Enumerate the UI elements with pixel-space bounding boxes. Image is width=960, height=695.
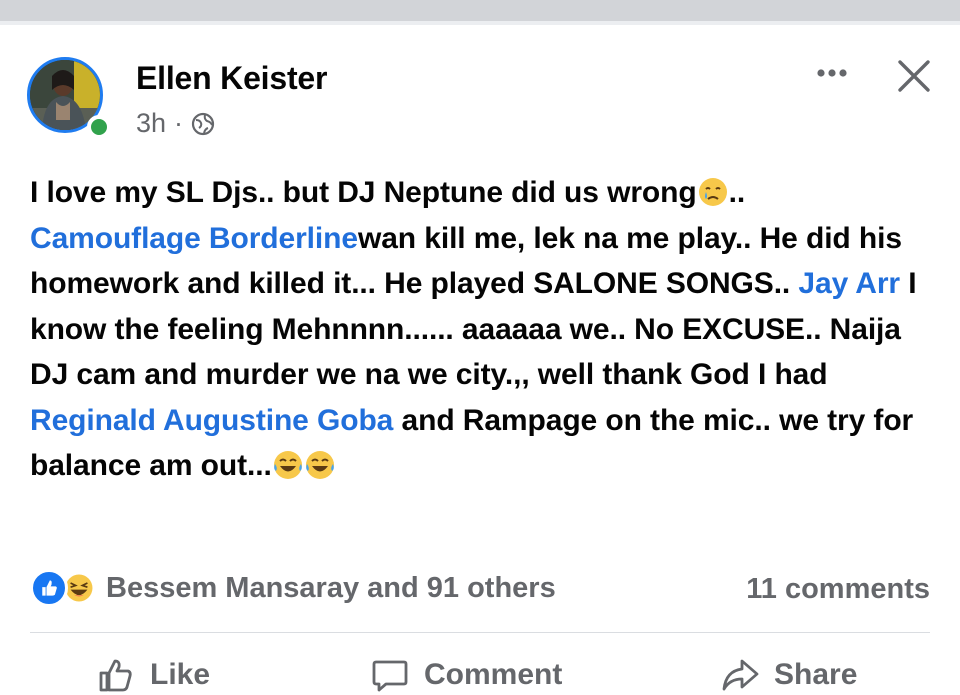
mention-jay-arr[interactable]: Jay Arr [798,267,900,300]
mention-reginald-augustine-goba[interactable]: Reginald Augustine Goba [30,404,393,437]
like-button[interactable]: Like [96,655,210,695]
author-name[interactable]: Ellen Keister [136,60,327,97]
meta-separator: · [174,108,184,138]
tears-of-joy-emoji-icon [273,451,302,479]
top-separator-bar [0,0,960,21]
actions-divider [30,632,930,633]
share-arrow-icon [722,659,759,691]
post-text-part1b: .. [728,176,746,209]
share-label: Share [774,658,858,691]
post-time[interactable]: 3h [136,108,166,139]
post-actions-bar: Like Comment Share [0,655,960,695]
more-options-icon[interactable] [812,58,852,88]
thumbs-up-icon [99,659,132,692]
reaction-names[interactable]: Bessem Mansaray and 91 others [106,572,556,605]
comments-count[interactable]: 11 comments [746,573,930,606]
tears-of-joy-emoji-icon [305,451,334,479]
author-avatar[interactable] [27,57,115,145]
post-meta: 3h · [136,108,215,139]
globe-icon[interactable] [191,112,215,136]
crying-face-emoji-icon [698,178,727,206]
reactions-summary[interactable]: Bessem Mansaray and 91 others [30,569,556,607]
mention-camouflage-borderline[interactable]: Camouflage Borderline [30,222,358,255]
share-button[interactable]: Share [720,655,857,695]
like-label: Like [150,658,211,691]
post-text: I love my SL Djs.. but DJ Neptune did us… [30,170,935,489]
comment-label: Comment [424,658,563,691]
close-icon[interactable] [890,52,938,100]
comment-button[interactable]: Comment [370,655,562,695]
online-status-dot [87,115,111,139]
post-text-part1: I love my SL Djs.. but DJ Neptune did us… [30,176,697,209]
comment-bubble-icon [372,660,408,692]
top-separator-shadow [0,21,960,25]
like-icon [30,569,68,607]
